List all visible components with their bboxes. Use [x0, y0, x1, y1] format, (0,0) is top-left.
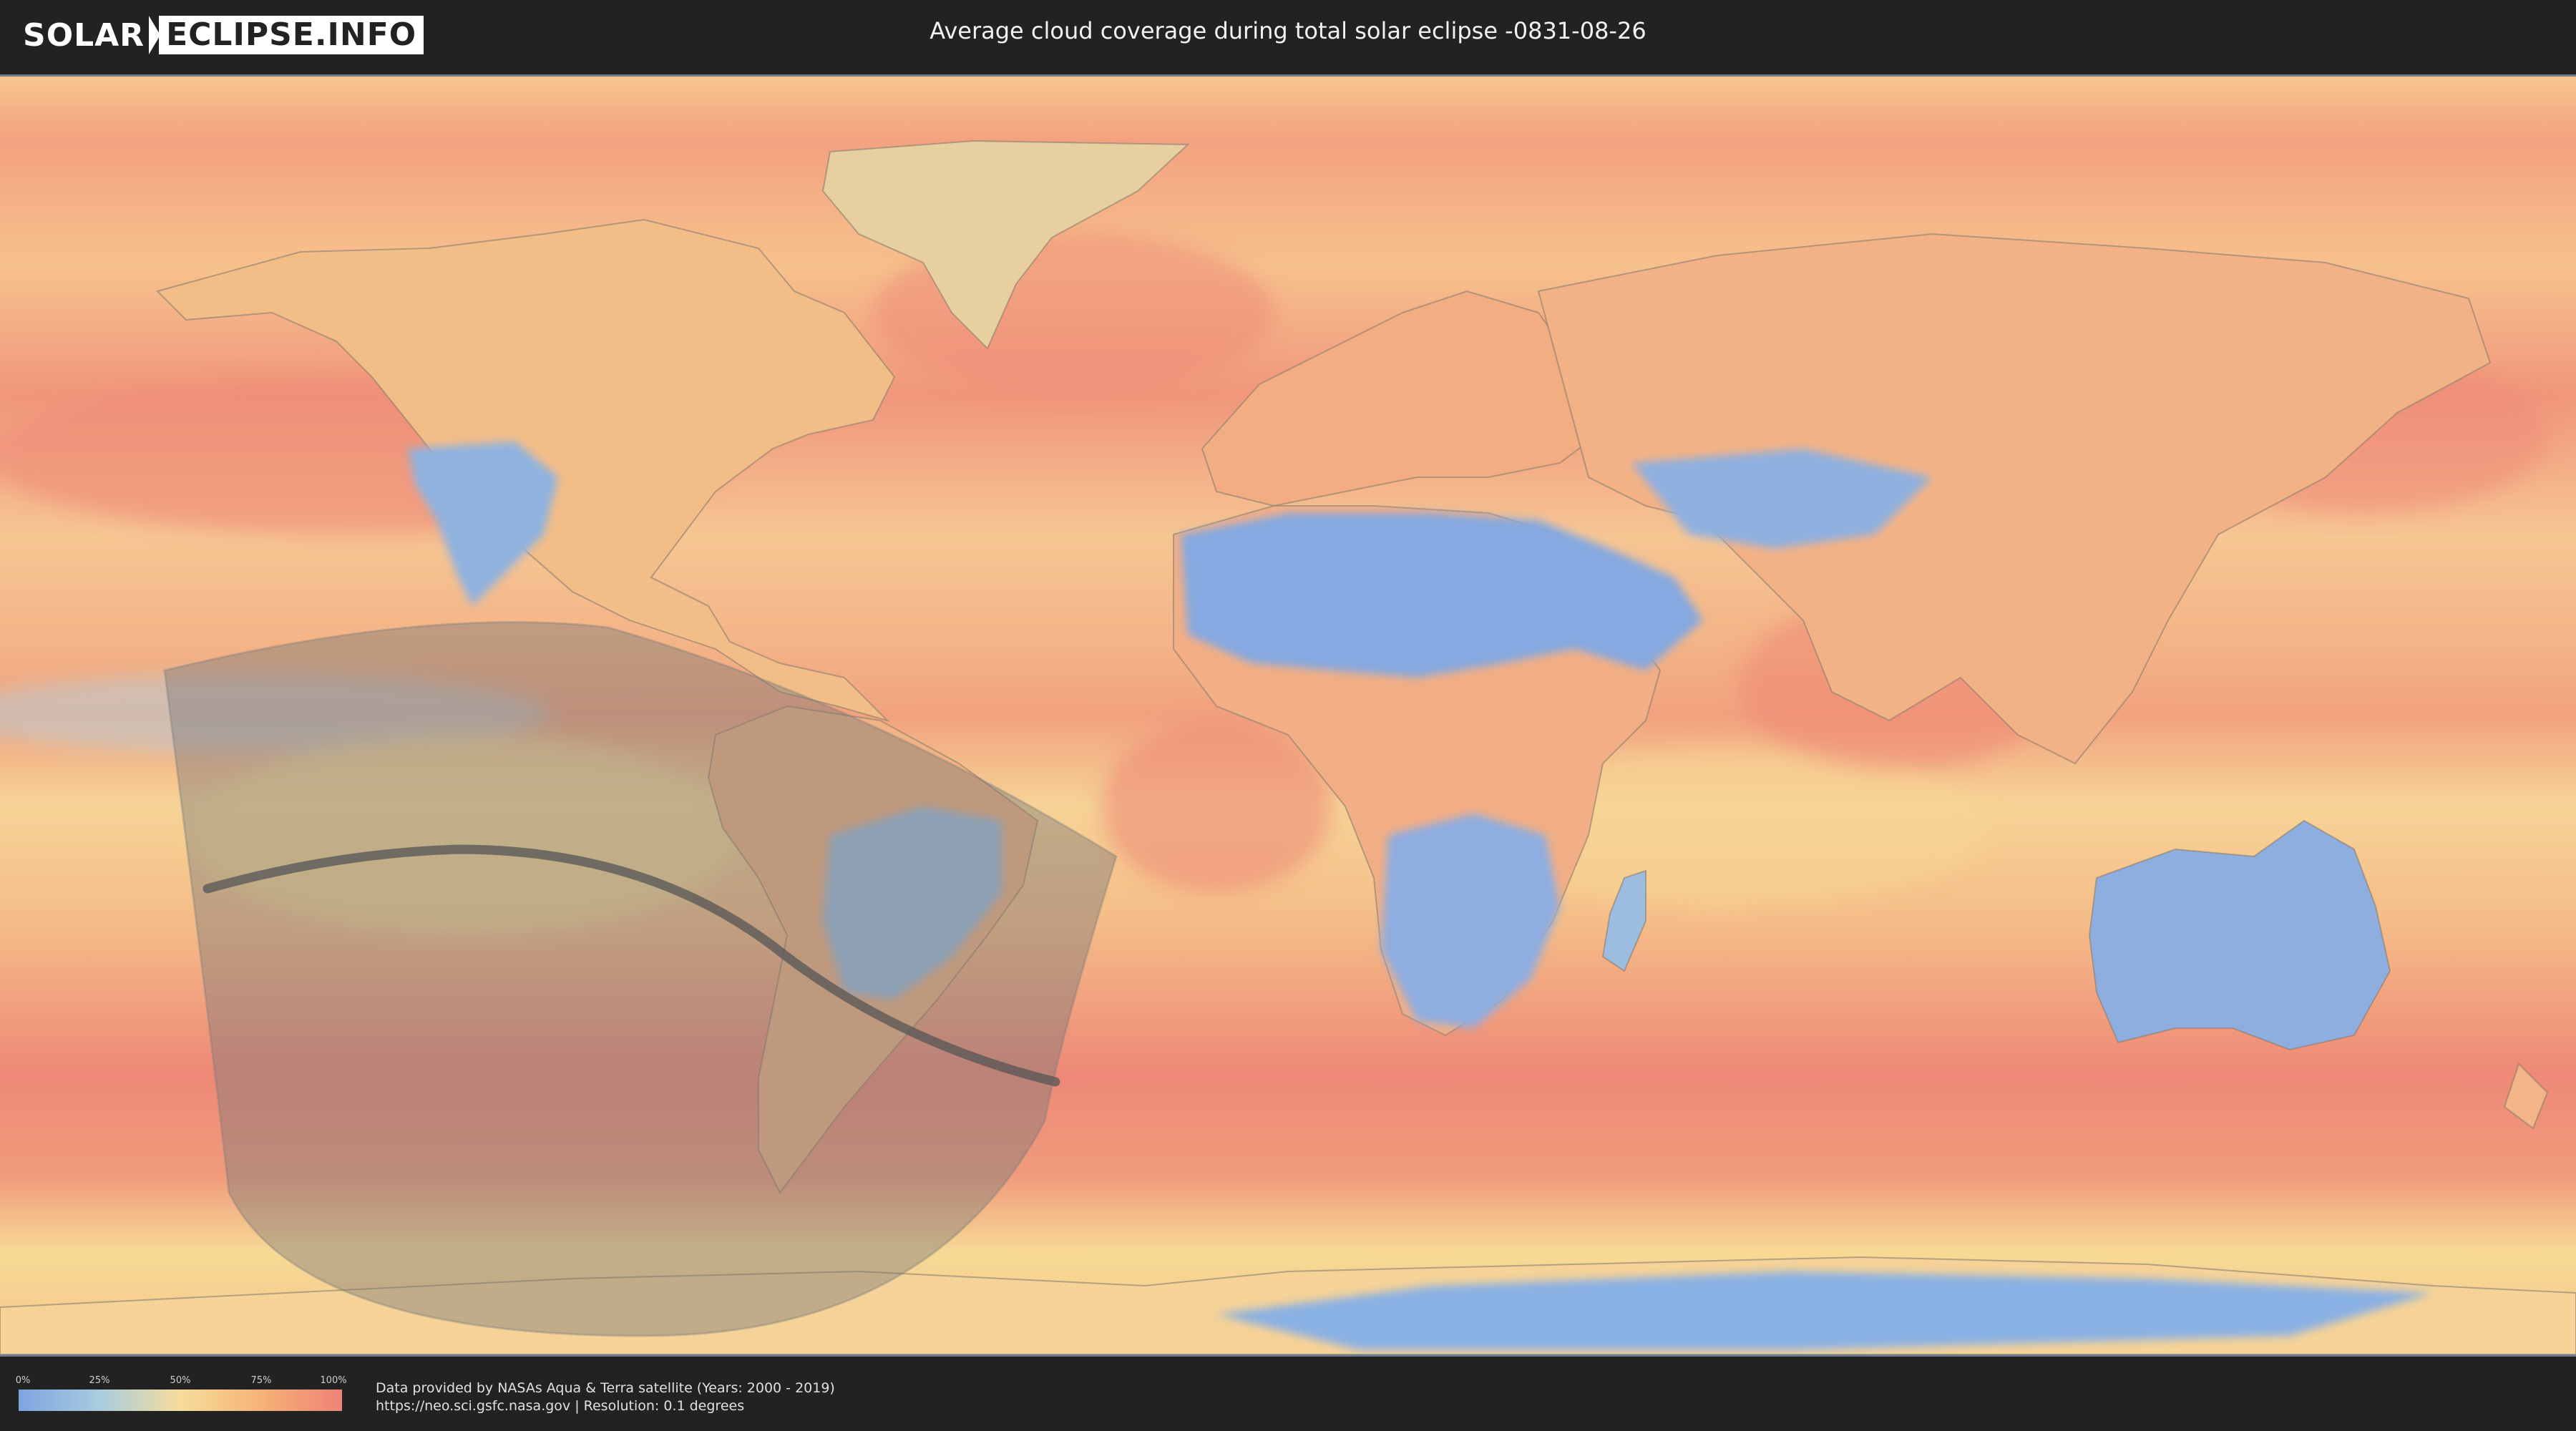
legend-tick-50: 50%	[170, 1375, 191, 1386]
legend-tick-0: 0%	[15, 1375, 31, 1386]
data-credits: Data provided by NASAs Aqua & Terra sate…	[376, 1379, 835, 1415]
map-container[interactable]	[0, 74, 2576, 1357]
world-cloud-map[interactable]	[0, 77, 2576, 1354]
legend-color-scale	[19, 1390, 342, 1411]
legend-tick-25: 25%	[89, 1375, 110, 1386]
header-bar: SOLAR ECLIPSE.INFO Average cloud coverag…	[0, 0, 2576, 72]
credit-line-url[interactable]: https://neo.sci.gsfc.nasa.gov | Resoluti…	[376, 1397, 835, 1415]
cloud-coverage-legend: 0% 25% 50% 75% 100%	[15, 1375, 347, 1412]
legend-tick-75: 75%	[250, 1375, 272, 1386]
credit-line-source: Data provided by NASAs Aqua & Terra sate…	[376, 1380, 835, 1396]
page-title: Average cloud coverage during total sola…	[930, 17, 1646, 44]
legend-tick-100: 100%	[320, 1375, 347, 1386]
